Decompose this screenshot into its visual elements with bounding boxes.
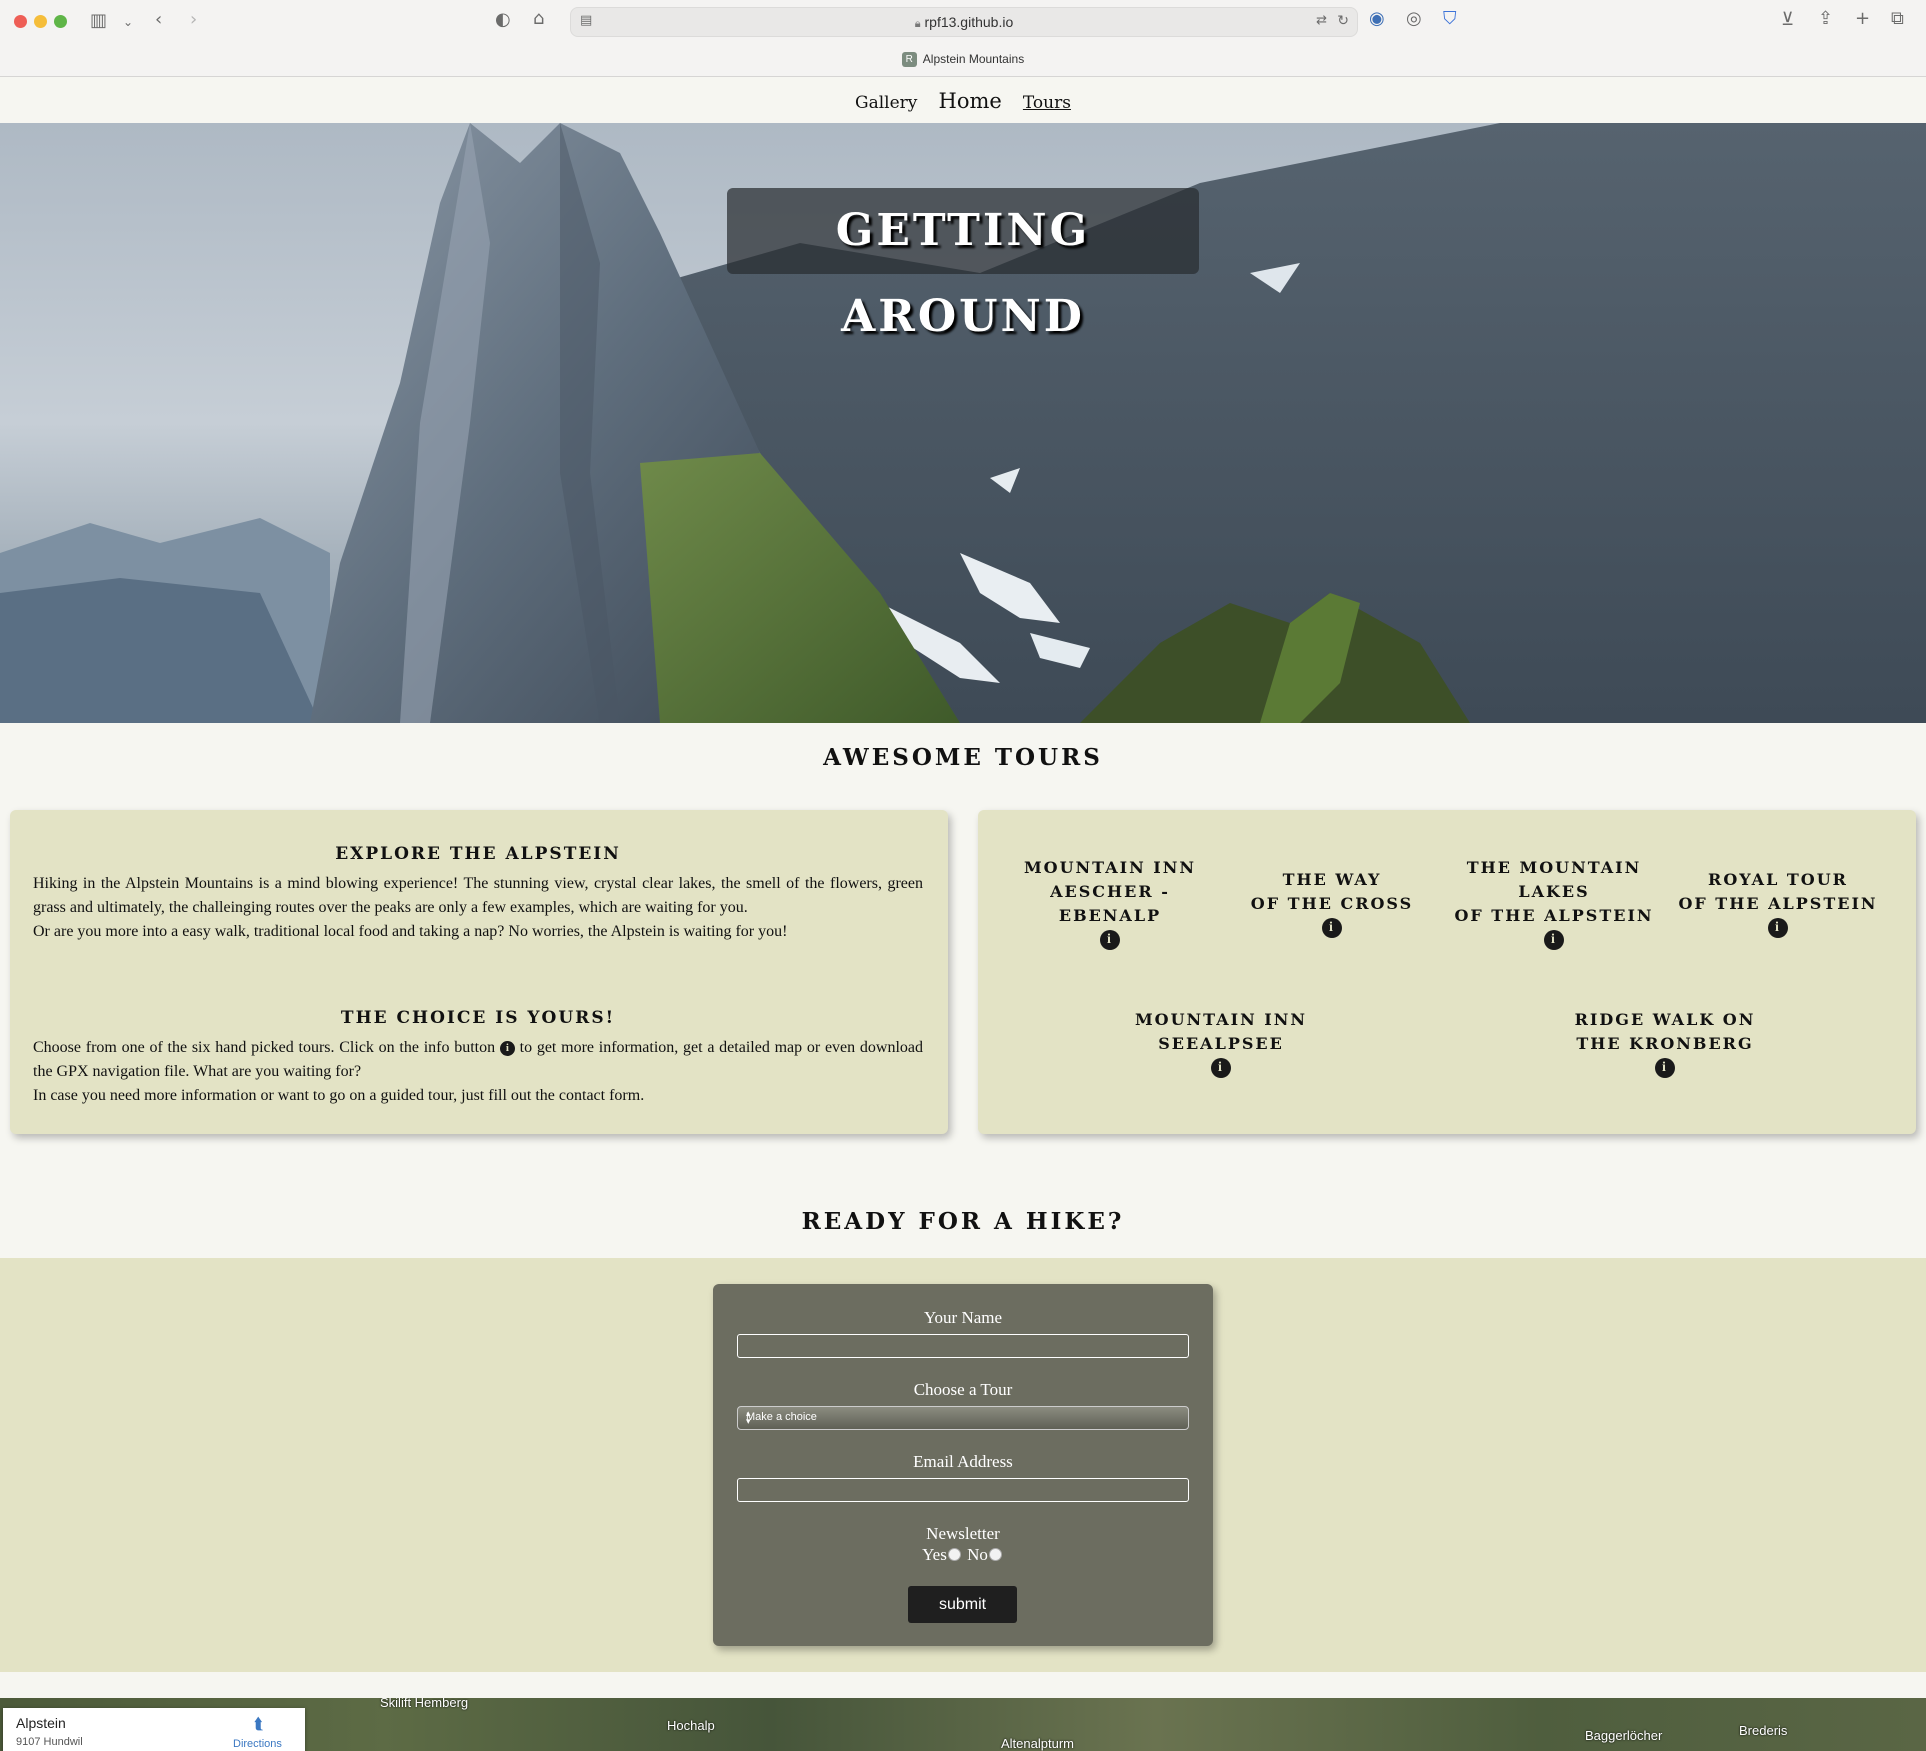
- newsletter-radios: Yes No: [713, 1545, 1213, 1565]
- tour-title-line: EBENALP: [1058, 906, 1162, 925]
- info-button-icon[interactable]: i: [1544, 930, 1564, 950]
- extension-shield-check-icon[interactable]: ⛉: [1443, 9, 1457, 29]
- chevron-down-icon[interactable]: ⌄: [123, 12, 133, 32]
- choice-text-a: Choose from one of the six hand picked t…: [33, 1039, 496, 1056]
- newsletter-no-radio[interactable]: [988, 1548, 1002, 1561]
- explore-paragraph-1: Hiking in the Alpstein Mountains is a mi…: [33, 875, 923, 916]
- tour-title-line: SEEALPSEE: [1158, 1034, 1284, 1053]
- close-window-button[interactable]: [14, 15, 27, 28]
- choice-paragraph-1: Choose from one of the six hand picked t…: [33, 1036, 923, 1084]
- map-info-card: Alpstein 9107 Hundwil ⮬ Directions: [3, 1708, 305, 1751]
- name-input[interactable]: [737, 1334, 1189, 1358]
- email-label: Email Address: [913, 1452, 1013, 1471]
- tour-title-line: AESCHER -: [1050, 882, 1170, 901]
- extension-privacy-icon[interactable]: ◎: [1406, 9, 1422, 29]
- explore-paragraph-2: Or are you more into a easy walk, tradit…: [33, 923, 788, 940]
- tour-item: MOUNTAIN INN SEEALPSEE i: [1121, 1008, 1321, 1078]
- share-icon[interactable]: ⇪: [1818, 9, 1833, 29]
- minimize-window-button[interactable]: [34, 15, 47, 28]
- tab-title[interactable]: R Alpstein Mountains: [0, 52, 1926, 68]
- choice-block: THE CHOICE IS YOURS! Choose from one of …: [33, 1008, 923, 1108]
- reload-icon[interactable]: ↻: [1337, 11, 1349, 31]
- newsletter-yes-radio[interactable]: [947, 1548, 961, 1561]
- nav-link-gallery[interactable]: Gallery: [855, 93, 917, 113]
- tour-item: MOUNTAIN INN AESCHER - EBENALP i: [1010, 856, 1210, 950]
- info-button-icon[interactable]: i: [1211, 1058, 1231, 1078]
- map-place-label: Brederis: [1739, 1723, 1788, 1738]
- choice-paragraph-2: In case you need more information or wan…: [33, 1087, 645, 1104]
- shield-icon[interactable]: ◐: [495, 10, 511, 30]
- home-icon[interactable]: ⌂: [533, 9, 544, 29]
- tour-title-line: THE KRONBERG: [1576, 1034, 1754, 1053]
- section-title-hike: READY FOR A HIKE?: [801, 1208, 1125, 1235]
- yes-label: Yes: [922, 1545, 947, 1564]
- address-bar[interactable]: ▤ 🔒︎ rpf13.github.io ⇄ ↻: [570, 7, 1358, 37]
- tour-title-line: THE WAY: [1282, 870, 1382, 889]
- tour-select[interactable]: Make a choice ▴ ▾: [737, 1406, 1189, 1430]
- tour-title-line: THE MOUNTAIN: [1466, 858, 1642, 877]
- tour-item: THE WAY OF THE CROSS i: [1232, 868, 1432, 938]
- map-place-address: 9107 Hundwil: [16, 1736, 83, 1748]
- map-place-label: Altenalpturm: [1001, 1736, 1074, 1751]
- map-place-label: Hochalp: [667, 1718, 715, 1733]
- url-text: rpf13.github.io: [924, 14, 1014, 30]
- hero-banner: GETTING AROUND: [0, 123, 1926, 723]
- tour-title-line: LAKES: [1518, 882, 1590, 901]
- extension-globe-icon[interactable]: ◉: [1369, 9, 1385, 29]
- email-input[interactable]: [737, 1478, 1189, 1502]
- explore-card: EXPLORE THE ALPSTEIN Hiking in the Alpst…: [10, 810, 948, 1134]
- map-place-label: Baggerlöcher: [1585, 1728, 1663, 1743]
- info-button-icon[interactable]: i: [1655, 1058, 1675, 1078]
- download-icon[interactable]: ⊻: [1781, 10, 1794, 30]
- new-tab-icon[interactable]: +: [1855, 9, 1870, 29]
- tour-item: RIDGE WALK ON THE KRONBERG i: [1565, 1008, 1765, 1078]
- contact-form: Your Name Choose a Tour Make a choice ▴ ▾…: [713, 1284, 1213, 1646]
- forward-icon[interactable]: ›: [190, 10, 197, 30]
- browser-chrome: ▥ ⌄ ‹ › ◐ ⌂ ▤ 🔒︎ rpf13.github.io ⇄ ↻ ◉ ◎…: [0, 0, 1926, 77]
- name-label: Your Name: [923, 1308, 1003, 1327]
- select-arrows-icon: ▴ ▾: [746, 1408, 751, 1426]
- tour-item: THE MOUNTAIN LAKES OF THE ALPSTEIN i: [1454, 856, 1654, 950]
- map-embed[interactable]: Skilift Hemberg Hochalp Altenalpturm Bag…: [0, 1698, 1926, 1751]
- tab-favicon: R: [901, 52, 917, 68]
- directions-link[interactable]: Directions: [233, 1738, 282, 1750]
- explore-heading: EXPLORE THE ALPSTEIN: [335, 844, 621, 864]
- tour-title-line: ROYAL TOUR: [1708, 870, 1848, 889]
- section-title-tours: AWESOME TOURS: [823, 744, 1103, 771]
- hero-title: GETTING AROUND: [727, 188, 1199, 342]
- tour-title-line: OF THE ALPSTEIN: [1678, 894, 1878, 913]
- explore-block: EXPLORE THE ALPSTEIN Hiking in the Alpst…: [33, 844, 923, 944]
- tab-title-text: Alpstein Mountains: [922, 52, 1025, 66]
- tab-overview-icon[interactable]: ⧉: [1891, 9, 1904, 29]
- tours-card: MOUNTAIN INN AESCHER - EBENALP i THE WAY…: [978, 810, 1916, 1134]
- map-place-label: Skilift Hemberg: [380, 1698, 469, 1710]
- info-button-icon[interactable]: i: [1100, 930, 1120, 950]
- tour-title-line: OF THE ALPSTEIN: [1454, 906, 1654, 925]
- directions-icon[interactable]: ⮬: [254, 1717, 270, 1733]
- info-icon: i: [499, 1041, 515, 1056]
- tour-title-line: MOUNTAIN INN: [1134, 1010, 1308, 1029]
- tour-item: ROYAL TOUR OF THE ALPSTEIN i: [1678, 868, 1878, 938]
- tour-title-line: OF THE CROSS: [1250, 894, 1414, 913]
- back-icon[interactable]: ‹: [155, 10, 162, 30]
- tour-title-line: MOUNTAIN INN: [1023, 858, 1197, 877]
- nav-link-tours[interactable]: Tours: [1023, 93, 1071, 113]
- nav-link-home[interactable]: Home: [939, 89, 1002, 113]
- info-button-icon[interactable]: i: [1322, 918, 1342, 938]
- tour-label: Choose a Tour: [913, 1380, 1013, 1399]
- choice-heading: THE CHOICE IS YOURS!: [340, 1008, 616, 1028]
- no-label: No: [967, 1545, 988, 1564]
- map-place-name: Alpstein: [16, 1715, 66, 1731]
- lock-icon: 🔒︎: [914, 18, 921, 30]
- newsletter-label: Newsletter: [926, 1524, 1000, 1543]
- translate-icon[interactable]: ⇄: [1316, 11, 1327, 31]
- tour-title-line: RIDGE WALK ON: [1574, 1010, 1756, 1029]
- site-nav: Gallery Home Tours: [0, 77, 1926, 123]
- sidebar-toggle-icon[interactable]: ▥: [90, 11, 107, 31]
- submit-button[interactable]: submit: [908, 1586, 1017, 1623]
- info-button-icon[interactable]: i: [1768, 918, 1788, 938]
- zoom-window-button[interactable]: [54, 15, 67, 28]
